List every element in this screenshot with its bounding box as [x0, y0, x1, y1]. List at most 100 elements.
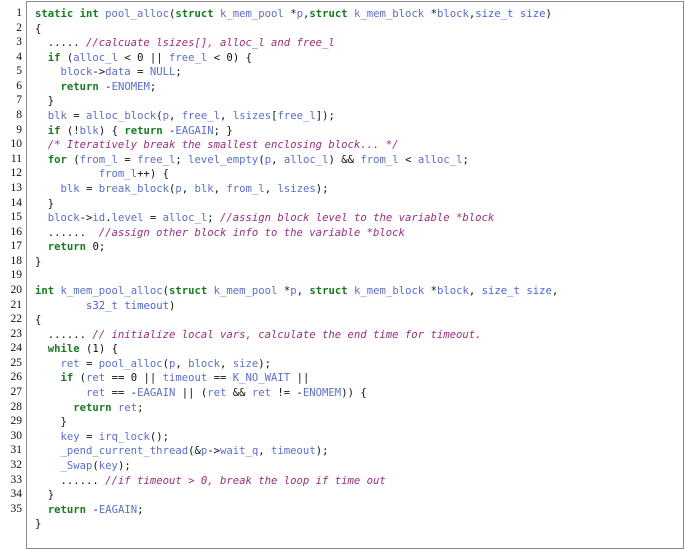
code-token: k_mem_pool — [213, 284, 278, 297]
code-token: blk — [60, 182, 80, 195]
code-token: == - — [105, 387, 138, 400]
code-token: free_l — [169, 51, 208, 64]
code-token: return — [47, 503, 87, 516]
code-token: return — [73, 401, 112, 414]
code-token: )) { — [341, 387, 367, 400]
code-token: ..... — [35, 37, 87, 50]
code-token: || — [290, 372, 310, 385]
line-number: 30 — [10, 429, 23, 442]
code-token: _pend_current_thread — [60, 445, 189, 458]
code-token: alloc_l — [73, 51, 118, 64]
code-token: EAGAIN — [137, 387, 176, 400]
code-token: } — [35, 197, 55, 210]
code-line: block->id.level = alloc_l; //assign bloc… — [35, 211, 683, 226]
code-token: k_mem_pool — [220, 8, 284, 20]
code-token: data — [105, 66, 131, 79]
line-number: 29 — [10, 415, 23, 428]
line-number: 21 — [10, 298, 23, 311]
code-listing: 1 2 3 4 5 6 7 8 9 10 11 12 13 14 15 16 17 18 19 20 21 22 23 24 2… — [0, 0, 685, 550]
code-line: ret = pool_alloc(p, block, size); — [35, 357, 683, 372]
code-token: size — [519, 8, 546, 20]
code-token: = — [130, 66, 150, 79]
code-token: ENOMEM — [302, 387, 342, 400]
code-token: k_mem_block — [354, 284, 425, 297]
code-line: _pend_current_thread(&p->wait_q, timeout… — [35, 444, 683, 459]
code-line: } — [35, 517, 683, 532]
code-token: key — [60, 430, 80, 443]
code-token: && — [226, 387, 252, 400]
code-token: = — [117, 153, 138, 166]
code-line: return -EAGAIN; — [35, 503, 683, 518]
line-number: 12 — [10, 167, 23, 180]
code-line: s32_t timeout) — [35, 299, 683, 314]
code-token: int — [35, 284, 55, 297]
code-line: if (ret == 0 || timeout == K_NO_WAIT || — [35, 371, 683, 386]
code-token: = — [79, 182, 99, 195]
code-token: { — [35, 314, 42, 327]
code-token: ; — [137, 503, 144, 516]
code-token: ret — [60, 357, 80, 370]
code-token: < — [207, 51, 227, 64]
code-line: from_l++) { — [35, 167, 683, 182]
line-number: 25 — [10, 356, 23, 369]
code-line: ...... //assign other block info to the … — [35, 226, 683, 241]
code-token: ) { — [98, 343, 118, 356]
code-token: block — [60, 66, 93, 79]
code-token: - — [98, 80, 112, 93]
code-token: == — [105, 372, 131, 385]
line-number: 24 — [10, 342, 23, 355]
code-token: = — [143, 212, 163, 225]
code-token: ++) { — [137, 168, 169, 181]
code-token: , — [220, 110, 233, 123]
code-token: return — [60, 80, 99, 93]
line-number: 6 — [16, 79, 22, 92]
code-token: from_l — [79, 153, 118, 166]
code-line: return ret; — [35, 401, 683, 416]
code-token: , — [220, 357, 233, 370]
code-token: ); — [117, 459, 131, 472]
code-token: = — [79, 357, 99, 370]
code-token: alloc_l — [283, 153, 329, 166]
code-token: - — [162, 124, 176, 137]
line-number: 18 — [10, 254, 23, 267]
code-token: pool_alloc — [105, 8, 169, 20]
code-token: } — [35, 489, 55, 502]
code-token: block — [188, 357, 221, 370]
code-token: - — [86, 503, 99, 516]
code-token: size_t — [475, 8, 514, 20]
code-token: || — [143, 51, 169, 64]
line-number: 1 — [16, 7, 22, 19]
line-number: 17 — [10, 240, 23, 253]
code-token: , — [181, 182, 195, 195]
code-token: , — [169, 110, 182, 123]
code-token: static — [35, 8, 80, 20]
code-token: //assign block level to the variable *bl… — [220, 212, 495, 225]
code-token: int — [79, 8, 106, 20]
code-line: key = irq_lock(); — [35, 430, 683, 445]
line-number: 22 — [10, 313, 23, 326]
code-token: k_mem_block — [354, 8, 425, 20]
code-line: block->data = NULL; — [35, 65, 683, 80]
code-token: == — [207, 372, 233, 385]
line-number: 23 — [10, 327, 23, 340]
code-token: , — [258, 445, 272, 458]
line-number: 33 — [10, 473, 23, 486]
code-token: < — [117, 51, 138, 64]
code-token: ) { — [98, 124, 125, 137]
code-token: level — [111, 212, 144, 225]
code-token: ENOMEM — [111, 80, 150, 93]
code-token: ; — [149, 80, 157, 93]
code-token: || — [137, 372, 163, 385]
code-token: , — [296, 284, 310, 297]
code-token: timeout — [271, 445, 316, 458]
code-token: // initialize local vars, calculate the … — [92, 328, 482, 341]
code-line: while (1) { — [35, 342, 683, 357]
